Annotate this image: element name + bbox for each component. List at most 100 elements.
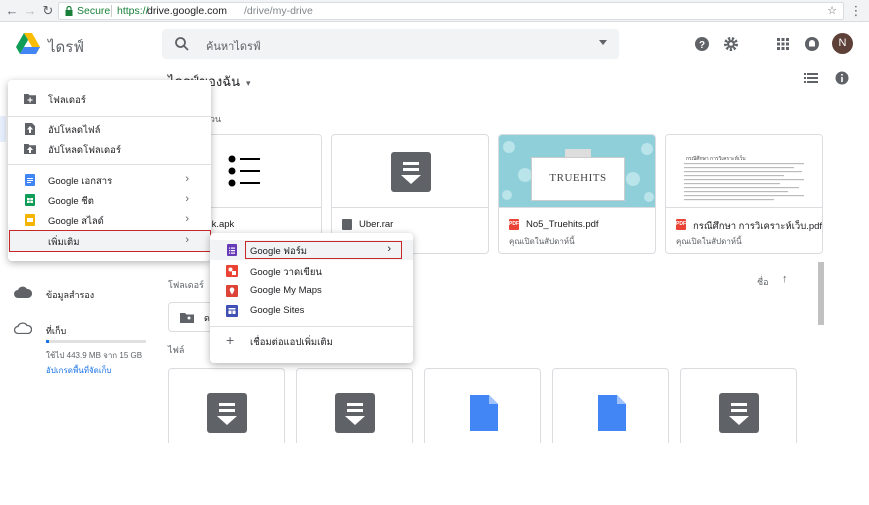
list-icon xyxy=(228,155,260,187)
doc-preview-title: กรณีศึกษา การวิเคราะห์เว็บ xyxy=(686,156,746,162)
lock-icon xyxy=(65,6,73,16)
search-input[interactable]: ค้นหาไดรฟ์ xyxy=(206,37,261,55)
google-slides-icon xyxy=(25,214,35,226)
google-docs-icon xyxy=(25,174,35,186)
search-options-icon[interactable] xyxy=(599,40,607,45)
folders-section-label: โฟลเดอร์ xyxy=(168,280,204,290)
storage-usage-fill xyxy=(46,340,49,343)
file-item[interactable] xyxy=(424,368,541,443)
drive-logo-icon xyxy=(16,33,40,54)
pdf-file-icon: PDF xyxy=(509,219,519,230)
browser-menu-icon[interactable]: ⋮ xyxy=(848,3,864,19)
chevron-right-icon: › xyxy=(185,173,189,185)
help-icon[interactable]: ? xyxy=(692,34,712,54)
backup-cloud-icon xyxy=(14,286,32,298)
menu-item-google-docs[interactable]: Google เอกสาร › xyxy=(8,170,211,190)
google-doc-icon xyxy=(598,395,626,431)
quick-access-card[interactable]: กรณีศึกษา การวิเคราะห์เว็บ PDF กรณีศึกษา… xyxy=(665,134,823,254)
file-item[interactable] xyxy=(680,368,797,443)
menu-item-label: Google วาดเขียน xyxy=(250,267,322,278)
menu-item-google-sheets[interactable]: Google ชีต › xyxy=(8,190,211,210)
forward-icon[interactable]: → xyxy=(22,3,38,19)
url-scheme: https:// xyxy=(117,5,149,17)
menu-item-label: Google สไลด์ xyxy=(48,216,104,227)
menu-item-google-sites[interactable]: Google Sites xyxy=(210,301,413,321)
file-item[interactable] xyxy=(552,368,669,443)
apps-grid-icon[interactable] xyxy=(773,34,793,54)
app-title: ไดรฟ์ xyxy=(48,39,84,56)
upload-folder-icon xyxy=(24,144,36,154)
svg-text:?: ? xyxy=(699,40,705,51)
pdf-cover-title: TRUEHITS xyxy=(549,172,607,184)
menu-item-label: Google My Maps xyxy=(250,285,322,296)
archive-file-icon xyxy=(335,393,375,433)
document-preview-icon xyxy=(684,163,804,201)
menu-item-label: Google เอกสาร xyxy=(48,176,113,187)
menu-item-google-drawings[interactable]: Google วาดเขียน xyxy=(210,261,413,281)
menu-item-upload-file[interactable]: อัปโหลดไฟล์ xyxy=(8,119,211,139)
pdf-cover-page: TRUEHITS xyxy=(531,157,625,201)
card-thumbnail xyxy=(332,135,488,208)
google-drawings-icon xyxy=(226,265,238,277)
sidebar-active-marker xyxy=(0,116,6,142)
storage-usage-bar xyxy=(46,340,146,343)
address-bar[interactable]: Secure https:// drive.google.com /drive/… xyxy=(58,2,844,20)
sort-direction-icon[interactable]: ↑ xyxy=(782,273,788,285)
files-section-label: ไฟล์ xyxy=(168,345,185,355)
search-bar[interactable]: ค้นหาไดรฟ์ xyxy=(162,29,619,59)
card-thumbnail: TRUEHITS xyxy=(499,135,655,208)
list-view-icon[interactable] xyxy=(804,72,818,84)
menu-item-label: อัปโหลดไฟล์ xyxy=(48,125,101,136)
notifications-icon[interactable] xyxy=(802,34,822,54)
card-subtitle: คุณเปิดในสัปดาห์นี้ xyxy=(509,237,575,246)
menu-item-google-my-maps[interactable]: Google My Maps xyxy=(210,281,413,301)
archive-file-icon xyxy=(207,393,247,433)
search-icon[interactable] xyxy=(174,36,190,52)
highlight-more xyxy=(9,230,211,252)
menu-item-label: โฟลเดอร์ xyxy=(48,95,86,106)
card-subtitle: คุณเปิดในสัปดาห์นี้ xyxy=(676,237,742,246)
chevron-right-icon: › xyxy=(185,213,189,225)
menu-item-label: อัปโหลดโฟลเดอร์ xyxy=(48,145,121,156)
browser-toolbar: ← → ↻ Secure https:// drive.google.com /… xyxy=(0,0,869,22)
card-file-name: กรณีศึกษา การวิเคราะห์เว็บ.pdf xyxy=(693,221,823,232)
bookmark-star-icon[interactable]: ☆ xyxy=(827,3,837,19)
chevron-right-icon: › xyxy=(185,193,189,205)
archive-file-icon xyxy=(342,219,352,230)
storage-usage-text: ใช้ไป 443.9 MB จาก 15 GB xyxy=(46,351,143,360)
sidebar-item-storage[interactable]: ที่เก็บ xyxy=(46,324,66,338)
menu-item-connect-more-apps[interactable]: + เชื่อมต่อแอปเพิ่มเติม xyxy=(210,331,413,351)
menu-item-google-slides[interactable]: Google สไลด์ › xyxy=(8,210,211,230)
sort-by-label[interactable]: ชื่อ xyxy=(757,275,769,289)
file-item[interactable] xyxy=(296,368,413,443)
upload-file-icon xyxy=(25,123,35,135)
quick-access-card[interactable]: TRUEHITS PDF No5_Truehits.pdf คุณเปิดในส… xyxy=(498,134,656,254)
new-folder-icon xyxy=(24,94,36,104)
url-path: /drive/my-drive xyxy=(244,5,313,17)
plus-icon: + xyxy=(226,332,235,348)
google-my-maps-icon xyxy=(226,285,238,297)
sidebar-item-backup[interactable]: ข้อมูลสำรอง xyxy=(46,288,94,302)
card-file-name: Uber.rar xyxy=(359,219,394,230)
secure-label: Secure xyxy=(77,5,111,17)
avatar[interactable]: N xyxy=(832,33,853,54)
shared-folder-icon xyxy=(180,313,194,323)
archive-file-icon xyxy=(719,393,759,433)
google-sites-icon xyxy=(226,305,238,317)
menu-item-label: เชื่อมต่อแอปเพิ่มเติม xyxy=(250,337,333,348)
scrollbar[interactable] xyxy=(818,262,824,325)
back-icon[interactable]: ← xyxy=(4,3,20,19)
info-icon[interactable] xyxy=(835,71,849,85)
menu-item-upload-folder[interactable]: อัปโหลดโฟลเดอร์ xyxy=(8,139,211,159)
menu-item-new-folder[interactable]: โฟลเดอร์ xyxy=(8,89,211,109)
google-doc-icon xyxy=(470,395,498,431)
url-host: drive.google.com xyxy=(147,5,227,17)
reload-icon[interactable]: ↻ xyxy=(40,3,56,19)
upgrade-storage-link[interactable]: อัปเกรดพื้นที่จัดเก็บ xyxy=(46,364,112,377)
highlight-google-forms xyxy=(245,241,402,259)
settings-gear-icon[interactable] xyxy=(721,34,741,54)
google-sheets-icon xyxy=(25,194,35,206)
file-item[interactable] xyxy=(168,368,285,443)
menu-item-label: Google Sites xyxy=(250,305,305,316)
card-thumbnail: กรณีศึกษา การวิเคราะห์เว็บ xyxy=(666,135,822,208)
